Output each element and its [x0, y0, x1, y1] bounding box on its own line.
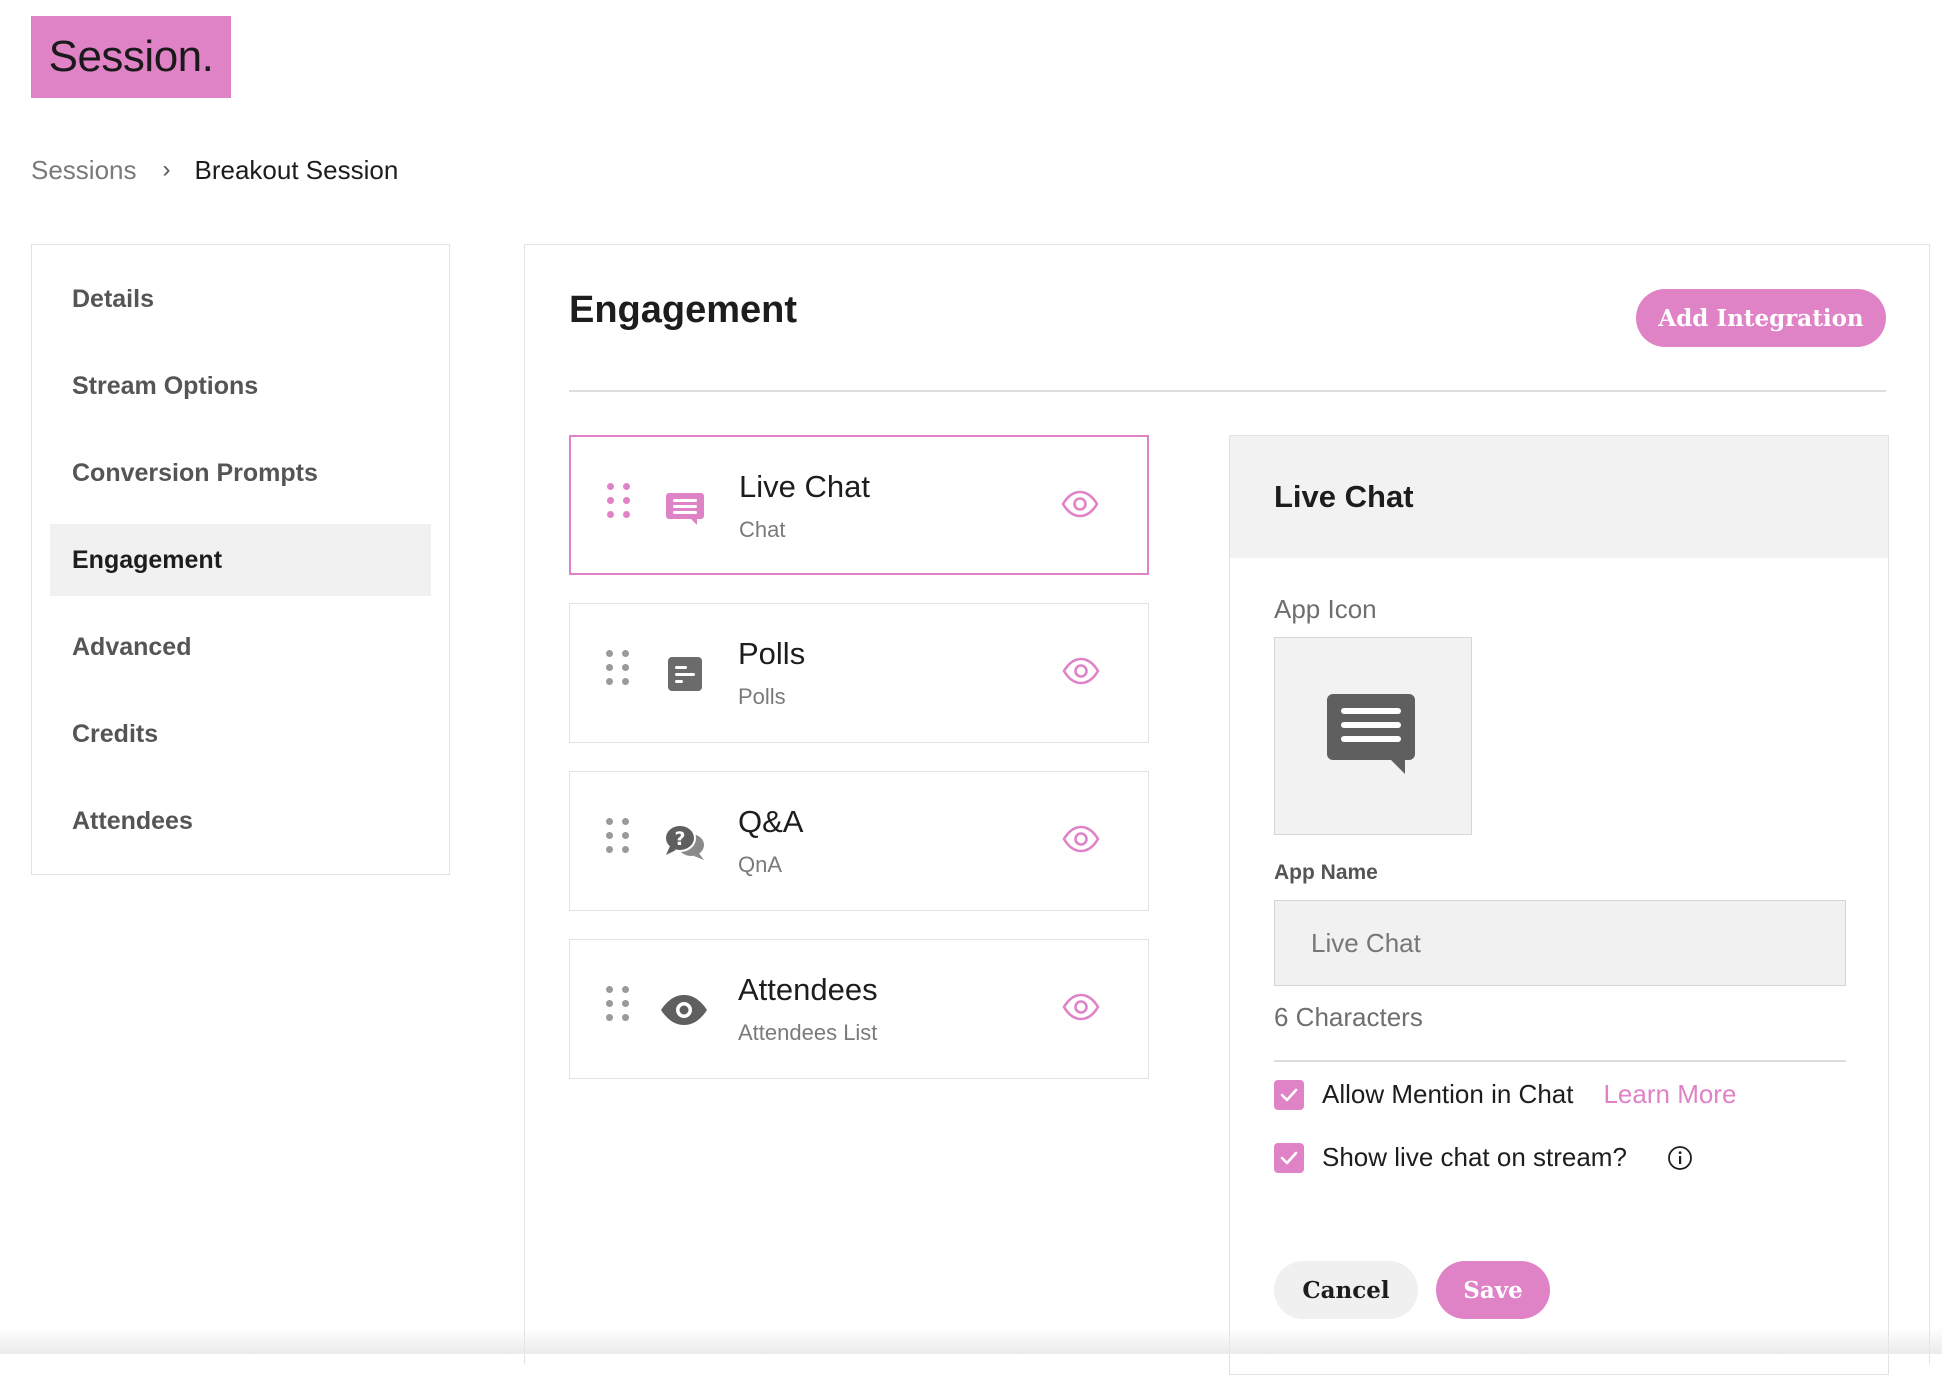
integration-name: Polls [738, 636, 806, 671]
chevron-right-icon: › [162, 156, 171, 183]
scroll-fade [0, 1328, 1942, 1354]
sidebar-item-label: Credits [72, 719, 159, 748]
sidebar-item-advanced[interactable]: Advanced [50, 611, 431, 683]
visibility-eye-icon[interactable] [1061, 489, 1099, 519]
allow-mention-row: Allow Mention in Chat Learn More [1274, 1079, 1736, 1110]
eye-icon [661, 995, 707, 1025]
checkmark-icon [1280, 1088, 1298, 1101]
allow-mention-label: Allow Mention in Chat [1322, 1079, 1574, 1109]
drag-handle-icon[interactable] [606, 818, 630, 858]
integration-card-live-chat[interactable]: Live Chat Chat [569, 435, 1149, 575]
checkmark-icon [1280, 1151, 1298, 1164]
sidebar-item-conversion-prompts[interactable]: Conversion Prompts [50, 437, 431, 509]
breadcrumb: Sessions › Breakout Session [31, 152, 398, 188]
sidebar-item-engagement[interactable]: Engagement [50, 524, 431, 596]
sidebar-item-label: Conversion Prompts [72, 458, 318, 487]
sidebar-item-label: Details [72, 284, 154, 313]
sidebar-item-details[interactable]: Details [50, 263, 431, 335]
integration-detail-panel: Live Chat App Icon App Name 6 Characters… [1229, 435, 1889, 1375]
learn-more-link[interactable]: Learn More [1603, 1079, 1736, 1110]
visibility-eye-icon[interactable] [1062, 824, 1100, 854]
visibility-eye-icon[interactable] [1062, 992, 1100, 1022]
sidebar-nav: Details Stream Options Conversion Prompt… [31, 244, 450, 875]
engagement-panel: Engagement Add Integration Live Chat Cha… [524, 244, 1930, 1375]
page-title: Engagement [569, 289, 798, 331]
app-icon-upload[interactable] [1274, 637, 1472, 835]
app-icon-label: App Icon [1274, 594, 1377, 624]
sidebar-item-credits[interactable]: Credits [50, 698, 431, 770]
show-on-stream-checkbox[interactable] [1274, 1142, 1304, 1173]
info-icon[interactable] [1667, 1145, 1693, 1171]
integration-subtitle: Attendees List [738, 1020, 878, 1045]
app-name-input[interactable] [1274, 900, 1846, 986]
integration-list: Live Chat Chat Polls Polls ? Q&A QnA Att… [569, 435, 1149, 1107]
sidebar-item-label: Advanced [72, 632, 192, 661]
drag-handle-icon[interactable] [606, 650, 630, 690]
sidebar-item-label: Attendees [72, 806, 193, 835]
sidebar-item-label: Stream Options [72, 371, 259, 400]
divider [569, 390, 1886, 392]
visibility-eye-icon[interactable] [1062, 656, 1100, 686]
poll-icon [668, 657, 702, 691]
sidebar-item-attendees[interactable]: Attendees [50, 785, 431, 857]
logo-text: Session. [48, 32, 214, 81]
character-count: 6 Characters [1274, 1002, 1423, 1032]
integration-subtitle: Polls [738, 684, 786, 709]
integration-name: Q&A [738, 804, 804, 839]
chat-bubble-icon [666, 493, 704, 525]
breadcrumb-current: Breakout Session [194, 154, 399, 185]
detail-title: Live Chat [1230, 436, 1888, 558]
question-bubble-icon: ? [664, 824, 704, 860]
app-logo[interactable]: Session. [31, 16, 231, 98]
sidebar-item-label: Engagement [72, 545, 223, 574]
drag-handle-icon[interactable] [607, 483, 631, 523]
integration-name: Attendees [738, 972, 878, 1007]
integration-subtitle: Chat [739, 517, 786, 542]
breadcrumb-sessions-link[interactable]: Sessions [31, 155, 137, 186]
allow-mention-checkbox[interactable] [1274, 1079, 1304, 1110]
integration-subtitle: QnA [738, 852, 783, 877]
save-button[interactable]: Save [1436, 1261, 1550, 1319]
cancel-button[interactable]: Cancel [1274, 1261, 1418, 1319]
integration-card-qna[interactable]: ? Q&A QnA [569, 771, 1149, 911]
app-name-label: App Name [1274, 861, 1378, 884]
integration-card-attendees[interactable]: Attendees Attendees List [569, 939, 1149, 1079]
chat-bubble-icon [1327, 694, 1415, 774]
divider [1274, 1060, 1846, 1062]
add-integration-button[interactable]: Add Integration [1636, 289, 1886, 347]
drag-handle-icon[interactable] [606, 986, 630, 1026]
integration-card-polls[interactable]: Polls Polls [569, 603, 1149, 743]
integration-name: Live Chat [739, 469, 870, 504]
sidebar-item-stream-options[interactable]: Stream Options [50, 350, 431, 422]
show-on-stream-label: Show live chat on stream? [1322, 1142, 1627, 1172]
show-on-stream-row: Show live chat on stream? [1274, 1142, 1693, 1173]
svg-text:?: ? [674, 828, 685, 850]
